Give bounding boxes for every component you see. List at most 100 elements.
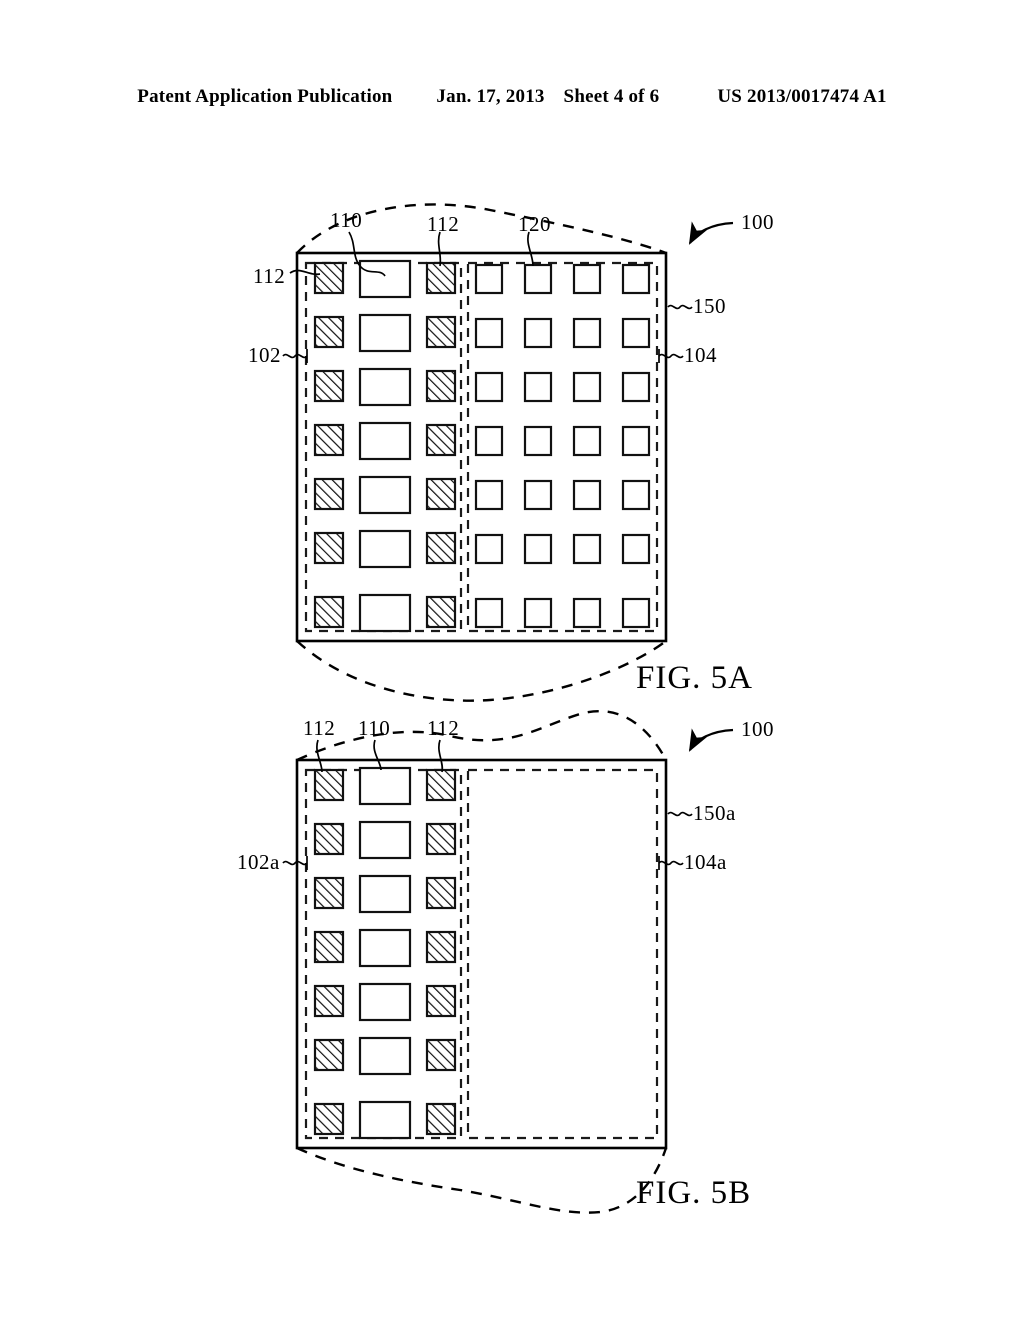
fig-5b-leader-112-left — [316, 739, 323, 773]
fig-5b-package-outline — [295, 758, 668, 1150]
hatched-pad — [425, 315, 457, 349]
fig-5a-label-110: 110 — [330, 208, 363, 232]
fig-5a-caption: FIG. 5A — [636, 660, 754, 696]
hatched-pad — [425, 477, 457, 511]
fig-5b-region-104a — [466, 768, 659, 1140]
hatched-pad — [313, 423, 345, 457]
plain-square-pad — [523, 371, 553, 403]
hatched-pad — [425, 1102, 457, 1136]
plain-rect-pad — [358, 874, 412, 914]
hatched-pad — [313, 531, 345, 565]
hatched-pad — [313, 822, 345, 856]
fig-5b-label-150a: 150a — [693, 801, 736, 825]
plain-square-pad — [621, 263, 651, 295]
hatched-pad — [425, 984, 457, 1018]
publication-header: Patent Application Publication Jan. 17, … — [0, 86, 1024, 116]
plain-square-pad — [474, 533, 504, 565]
hatched-pad — [313, 369, 345, 403]
hatched-pad — [425, 876, 457, 910]
plain-square-pad — [523, 425, 553, 457]
plain-square-pad — [474, 263, 504, 295]
plain-rect-pad — [358, 982, 412, 1022]
plain-square-pad — [572, 597, 602, 629]
fig-5a-leader-112-top — [437, 231, 442, 267]
fig-5a-label-102: 102 — [248, 343, 281, 367]
hatched-pad — [425, 369, 457, 403]
header-publication-type: Patent Application Publication — [137, 86, 393, 107]
fig-5a-leader-100-arrow — [688, 221, 734, 245]
fig-5a-label-120: 120 — [518, 212, 551, 236]
plain-square-pad — [621, 425, 651, 457]
hatched-pad — [313, 1102, 345, 1136]
fig-5b-break-line-bottom — [296, 1146, 668, 1214]
patent-drawing-canvas — [282, 203, 734, 1214]
plain-square-pad — [523, 317, 553, 349]
fig-5a-region-102 — [304, 261, 463, 633]
plain-square-pad — [523, 263, 553, 295]
fig-5a-label-112-top: 112 — [427, 212, 460, 236]
hatched-pad — [313, 930, 345, 964]
plain-square-pad — [474, 425, 504, 457]
hatched-pad — [425, 423, 457, 457]
plain-rect-pad — [358, 820, 412, 860]
plain-rect-pad — [358, 421, 412, 461]
hatched-pad — [425, 261, 457, 295]
fig-5b-drawing — [282, 709, 734, 1214]
header-publication-number: US 2013/0017474 A1 — [717, 86, 887, 107]
fig-5a-left-pad-array — [313, 259, 457, 633]
fig-5a-label-104: 104 — [684, 343, 717, 367]
hatched-pad — [425, 822, 457, 856]
fig-5b-region-102a — [304, 768, 463, 1140]
plain-square-pad — [621, 479, 651, 511]
fig-5a-label-100: 100 — [741, 210, 774, 234]
fig-5a-label-150: 150 — [693, 294, 726, 318]
hatched-pad — [425, 1038, 457, 1072]
plain-rect-pad — [358, 259, 412, 299]
plain-rect-pad — [358, 313, 412, 353]
hatched-pad — [425, 595, 457, 629]
plain-rect-pad — [358, 593, 412, 633]
plain-square-pad — [621, 533, 651, 565]
plain-square-pad — [474, 371, 504, 403]
plain-rect-pad — [358, 367, 412, 407]
hatched-pad — [313, 984, 345, 1018]
fig-5b-leader-150a — [667, 811, 693, 817]
hatched-pad — [313, 261, 345, 295]
hatched-pad — [313, 595, 345, 629]
plain-square-pad — [474, 479, 504, 511]
fig-5b-leader-104a — [658, 860, 684, 866]
fig-5b-label-104a: 104a — [684, 850, 727, 874]
fig-5b-leader-102a — [282, 860, 308, 866]
plain-rect-pad — [358, 766, 412, 806]
fig-5a-region-104 — [466, 261, 659, 633]
plain-rect-pad — [358, 529, 412, 569]
plain-rect-pad — [358, 1100, 412, 1140]
plain-square-pad — [572, 371, 602, 403]
plain-rect-pad — [358, 1036, 412, 1076]
fig-5a-label-112-left: 112 — [253, 264, 286, 288]
fig-5a-package-outline — [295, 251, 668, 643]
hatched-pad — [313, 768, 345, 802]
hatched-pad — [425, 930, 457, 964]
fig-5b-left-pad-array — [313, 766, 457, 1140]
fig-5a-leader-112-left — [289, 269, 321, 276]
plain-square-pad — [621, 317, 651, 349]
plain-square-pad — [523, 533, 553, 565]
fig-5b-caption: FIG. 5B — [636, 1175, 752, 1211]
plain-square-pad — [621, 597, 651, 629]
fig-5b-leader-112-right — [438, 739, 444, 773]
fig-5b-label-112-right: 112 — [427, 716, 460, 740]
hatched-pad — [313, 876, 345, 910]
plain-square-pad — [572, 263, 602, 295]
header-date-sheet: Jan. 17, 2013 Sheet 4 of 6 — [436, 86, 659, 108]
header-date: Jan. 17, 2013 — [436, 86, 545, 107]
fig-5b-label-110: 110 — [358, 716, 391, 740]
fig-5a-leader-110 — [348, 231, 386, 277]
plain-square-pad — [572, 479, 602, 511]
hatched-pad — [425, 768, 457, 802]
fig-5a-drawing — [282, 203, 734, 702]
plain-square-pad — [621, 371, 651, 403]
plain-rect-pad — [358, 928, 412, 968]
hatched-pad — [425, 531, 457, 565]
plain-square-pad — [474, 317, 504, 349]
